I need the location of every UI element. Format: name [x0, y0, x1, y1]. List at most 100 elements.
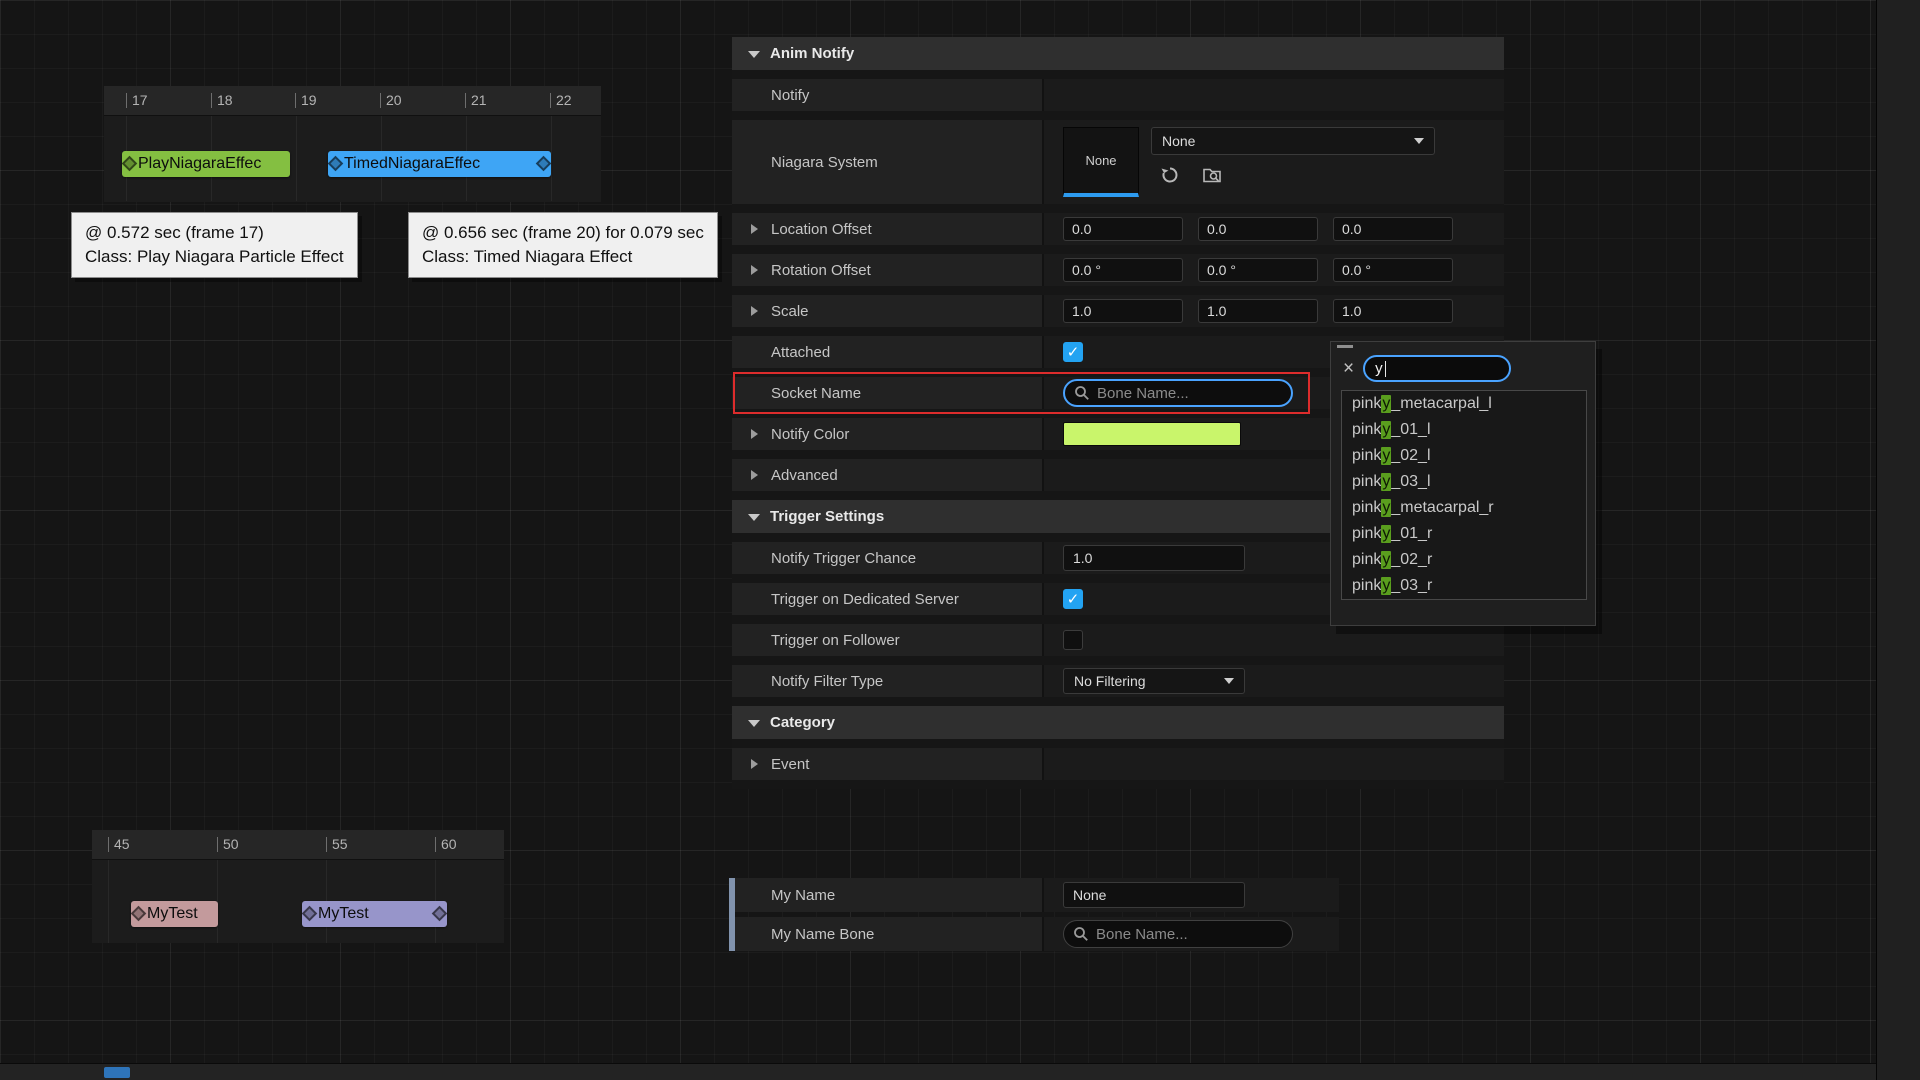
row-rotation-offset[interactable]: Rotation Offset [732, 254, 1504, 286]
my-name-bone-input[interactable] [1096, 926, 1283, 943]
bone-list-item[interactable]: pinky_03_r [1342, 573, 1586, 599]
dropdown-value: No Filtering [1074, 673, 1146, 689]
trigger-chance-field[interactable] [1063, 545, 1245, 571]
row-label-cell: Location Offset [732, 213, 1042, 245]
location-x-field[interactable] [1063, 217, 1183, 241]
rotation-z-field[interactable] [1333, 258, 1453, 282]
scale-x-field[interactable] [1063, 299, 1183, 323]
row-label: My Name [771, 887, 835, 904]
bone-list-item[interactable]: pinky_metacarpal_l [1342, 391, 1586, 417]
bone-list-item[interactable]: pinky_01_l [1342, 417, 1586, 443]
row-label: Niagara System [771, 154, 878, 171]
row-my-name[interactable]: My Name [735, 878, 1339, 912]
dedicated-server-checkbox[interactable] [1063, 589, 1083, 609]
rotation-y-field[interactable] [1198, 258, 1318, 282]
row-value-cell [1042, 295, 1504, 327]
notify-tooltip-timed: @ 0.656 sec (frame 20) for 0.079 sec Cla… [408, 212, 718, 278]
chevron-down-icon[interactable] [748, 720, 760, 727]
scale-y-field[interactable] [1198, 299, 1318, 323]
row-label: Notify Trigger Chance [771, 550, 916, 567]
row-my-name-bone[interactable]: My Name Bone [735, 917, 1339, 951]
row-notify-filter-type[interactable]: Notify Filter Type No Filtering [732, 665, 1504, 697]
row-trigger-on-follower[interactable]: Trigger on Follower [732, 624, 1504, 656]
row-label: Advanced [771, 467, 838, 484]
notify-diamond-icon[interactable] [122, 156, 138, 172]
row-label: Notify Filter Type [771, 673, 883, 690]
row-label: Event [771, 756, 809, 773]
row-label: Location Offset [771, 221, 872, 238]
notify-diamond-icon[interactable] [328, 156, 344, 172]
bone-list-item[interactable]: pinky_03_l [1342, 469, 1586, 495]
notify-track-area-top[interactable]: PlayNiagaraEffec TimedNiagaraEffec [104, 116, 601, 201]
row-label-cell: My Name [735, 878, 1042, 912]
scrollbar-thumb[interactable] [104, 1067, 130, 1078]
bone-picker-popup: × y pinky_metacarpal_l pinky_01_l pinky_… [1330, 341, 1596, 626]
notify-diamond-icon[interactable] [131, 906, 147, 922]
location-y-field[interactable] [1198, 217, 1318, 241]
niagara-asset-thumbnail[interactable]: None [1063, 127, 1139, 197]
row-label-cell: Niagara System [732, 120, 1042, 204]
search-icon [1074, 385, 1090, 401]
notify-track-area-bottom[interactable]: MyTest MyTest [92, 860, 504, 943]
text-caret [1385, 361, 1386, 377]
row-label-cell: Trigger on Follower [732, 624, 1042, 656]
bone-list-item[interactable]: pinky_metacarpal_r [1342, 495, 1586, 521]
timeline-scrollbar[interactable] [0, 1063, 1876, 1080]
use-selected-asset-icon[interactable] [1159, 164, 1181, 186]
chevron-right-icon[interactable] [751, 224, 758, 234]
chevron-down-icon[interactable] [748, 514, 760, 521]
section-category[interactable]: Category [732, 706, 1504, 739]
row-event[interactable]: Event [732, 748, 1504, 780]
row-label-cell: Event [732, 748, 1042, 780]
row-value-cell [1042, 917, 1339, 951]
row-label-cell: Attached [732, 336, 1042, 368]
location-z-field[interactable] [1333, 217, 1453, 241]
row-label: Notify Color [771, 426, 849, 443]
scale-z-field[interactable] [1333, 299, 1453, 323]
my-name-field[interactable] [1063, 882, 1245, 908]
notify-mytest-2[interactable]: MyTest [302, 901, 447, 927]
chevron-down-icon [1414, 138, 1424, 144]
notify-timed-niagara-effect[interactable]: TimedNiagaraEffec [328, 151, 551, 177]
niagara-asset-combobox[interactable]: None [1151, 127, 1435, 155]
timeline-ruler-bottom[interactable]: 45 50 55 60 [92, 830, 504, 860]
chevron-right-icon[interactable] [751, 759, 758, 769]
socket-name-search-box[interactable] [1063, 379, 1293, 407]
chevron-down-icon [1224, 678, 1234, 684]
row-location-offset[interactable]: Location Offset [732, 213, 1504, 245]
combobox-value: None [1162, 133, 1195, 149]
chevron-down-icon[interactable] [748, 51, 760, 58]
timeline-ruler-top[interactable]: 17 18 19 20 21 22 [104, 86, 601, 116]
row-value-cell [1042, 254, 1504, 286]
notify-color-swatch[interactable] [1063, 422, 1241, 446]
popup-grip[interactable] [1337, 345, 1353, 348]
notify-duration-diamond-icon[interactable] [432, 906, 448, 922]
bone-list-item[interactable]: pinky_01_r [1342, 521, 1586, 547]
notify-duration-diamond-icon[interactable] [536, 156, 552, 172]
chevron-right-icon[interactable] [751, 470, 758, 480]
tooltip-class: Class: Play Niagara Particle Effect [85, 245, 344, 269]
clear-search-icon[interactable]: × [1343, 359, 1354, 378]
browse-to-asset-icon[interactable] [1201, 164, 1223, 186]
row-label-cell: Notify Filter Type [732, 665, 1042, 697]
socket-name-input[interactable] [1097, 385, 1282, 402]
bone-search-input[interactable]: y [1363, 355, 1511, 382]
row-scale[interactable]: Scale [732, 295, 1504, 327]
row-niagara-system[interactable]: Niagara System None None [732, 120, 1504, 204]
bone-list-item[interactable]: pinky_02_r [1342, 547, 1586, 573]
notify-play-niagara-effect[interactable]: PlayNiagaraEffec [122, 151, 290, 177]
chevron-right-icon[interactable] [751, 429, 758, 439]
rotation-x-field[interactable] [1063, 258, 1183, 282]
notify-filter-type-dropdown[interactable]: No Filtering [1063, 668, 1245, 694]
follower-checkbox[interactable] [1063, 630, 1083, 650]
attached-checkbox[interactable] [1063, 342, 1083, 362]
chevron-right-icon[interactable] [751, 306, 758, 316]
chevron-right-icon[interactable] [751, 265, 758, 275]
row-label: My Name Bone [771, 926, 874, 943]
bone-list-item[interactable]: pinky_02_l [1342, 443, 1586, 469]
section-anim-notify[interactable]: Anim Notify [732, 37, 1504, 70]
my-name-bone-search-box[interactable] [1063, 920, 1293, 948]
row-notify[interactable]: Notify [732, 79, 1504, 111]
notify-diamond-icon[interactable] [302, 906, 318, 922]
notify-mytest-1[interactable]: MyTest [131, 901, 218, 927]
